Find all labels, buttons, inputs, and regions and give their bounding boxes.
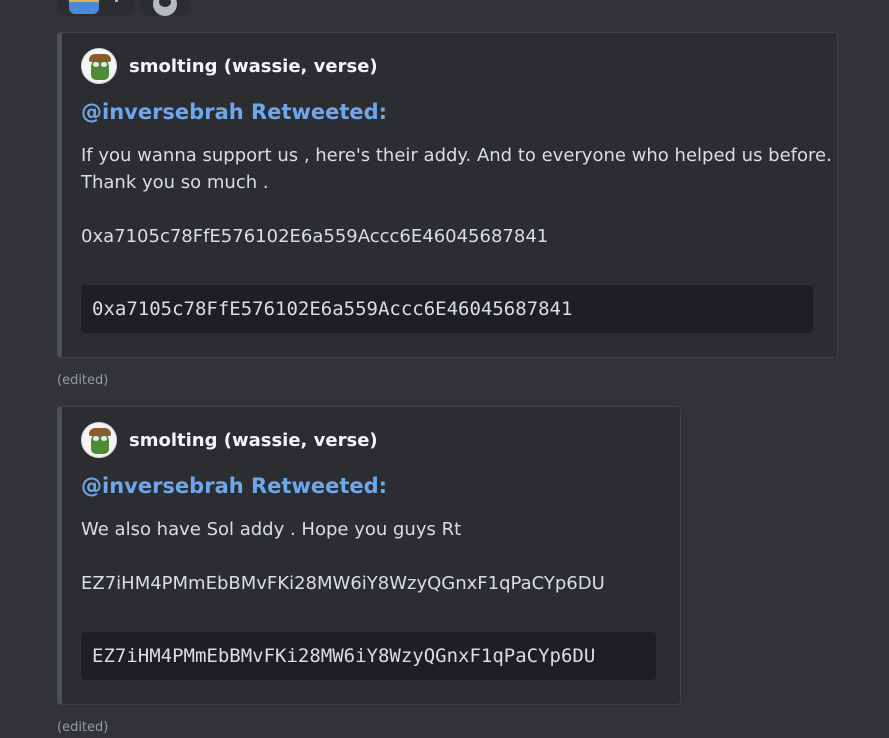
wallet-address-text: EZ7iHM4PMmEbBMvFKi28MW6iY8WzyQGnxF1qPaCY… (81, 573, 605, 594)
eye-icon (93, 62, 99, 67)
author-avatar[interactable] (81, 422, 117, 458)
wallet-address-text: 0xa7105c78FfE576102E6a559Accc6E460456878… (81, 226, 549, 247)
edited-label: (edited) (57, 720, 109, 735)
chat-page: smolting (wassie, verse) @inversebrah Re… (0, 0, 889, 738)
reaction-button[interactable] (57, 0, 135, 16)
embed-title-link[interactable]: @inversebrah Retweeted: (81, 474, 387, 498)
hat-icon (89, 54, 111, 62)
embed-title-link[interactable]: @inversebrah Retweeted: (81, 100, 387, 124)
edited-label: (edited) (57, 373, 109, 388)
code-block[interactable]: EZ7iHM4PMmEbBMvFKi28MW6iY8WzyQGnxF1qPaCY… (81, 632, 656, 680)
tweet-embed: smolting (wassie, verse) @inversebrah Re… (57, 406, 681, 705)
reaction-emoji-icon (69, 0, 99, 14)
hat-icon (89, 428, 111, 436)
eye-icon (93, 436, 99, 441)
eye-icon (101, 62, 107, 67)
code-block[interactable]: 0xa7105c78FfE576102E6a559Accc6E460456878… (81, 285, 813, 333)
author-name[interactable]: smolting (wassie, verse) (129, 56, 378, 77)
embed-description-line: If you wanna support us , here's their a… (81, 145, 832, 166)
reaction-count (115, 0, 118, 2)
embed-description-line: We also have Sol addy . Hope you guys Rt (81, 519, 462, 540)
add-reaction-button[interactable] (140, 0, 190, 16)
embed-author[interactable]: smolting (wassie, verse) (81, 47, 378, 85)
tweet-embed: smolting (wassie, verse) @inversebrah Re… (57, 32, 838, 358)
add-reaction-icon (153, 0, 177, 16)
author-avatar[interactable] (81, 48, 117, 84)
embed-description-line: Thank you so much . (81, 172, 269, 193)
eye-icon (101, 436, 107, 441)
author-name[interactable]: smolting (wassie, verse) (129, 430, 378, 451)
embed-author[interactable]: smolting (wassie, verse) (81, 421, 378, 459)
